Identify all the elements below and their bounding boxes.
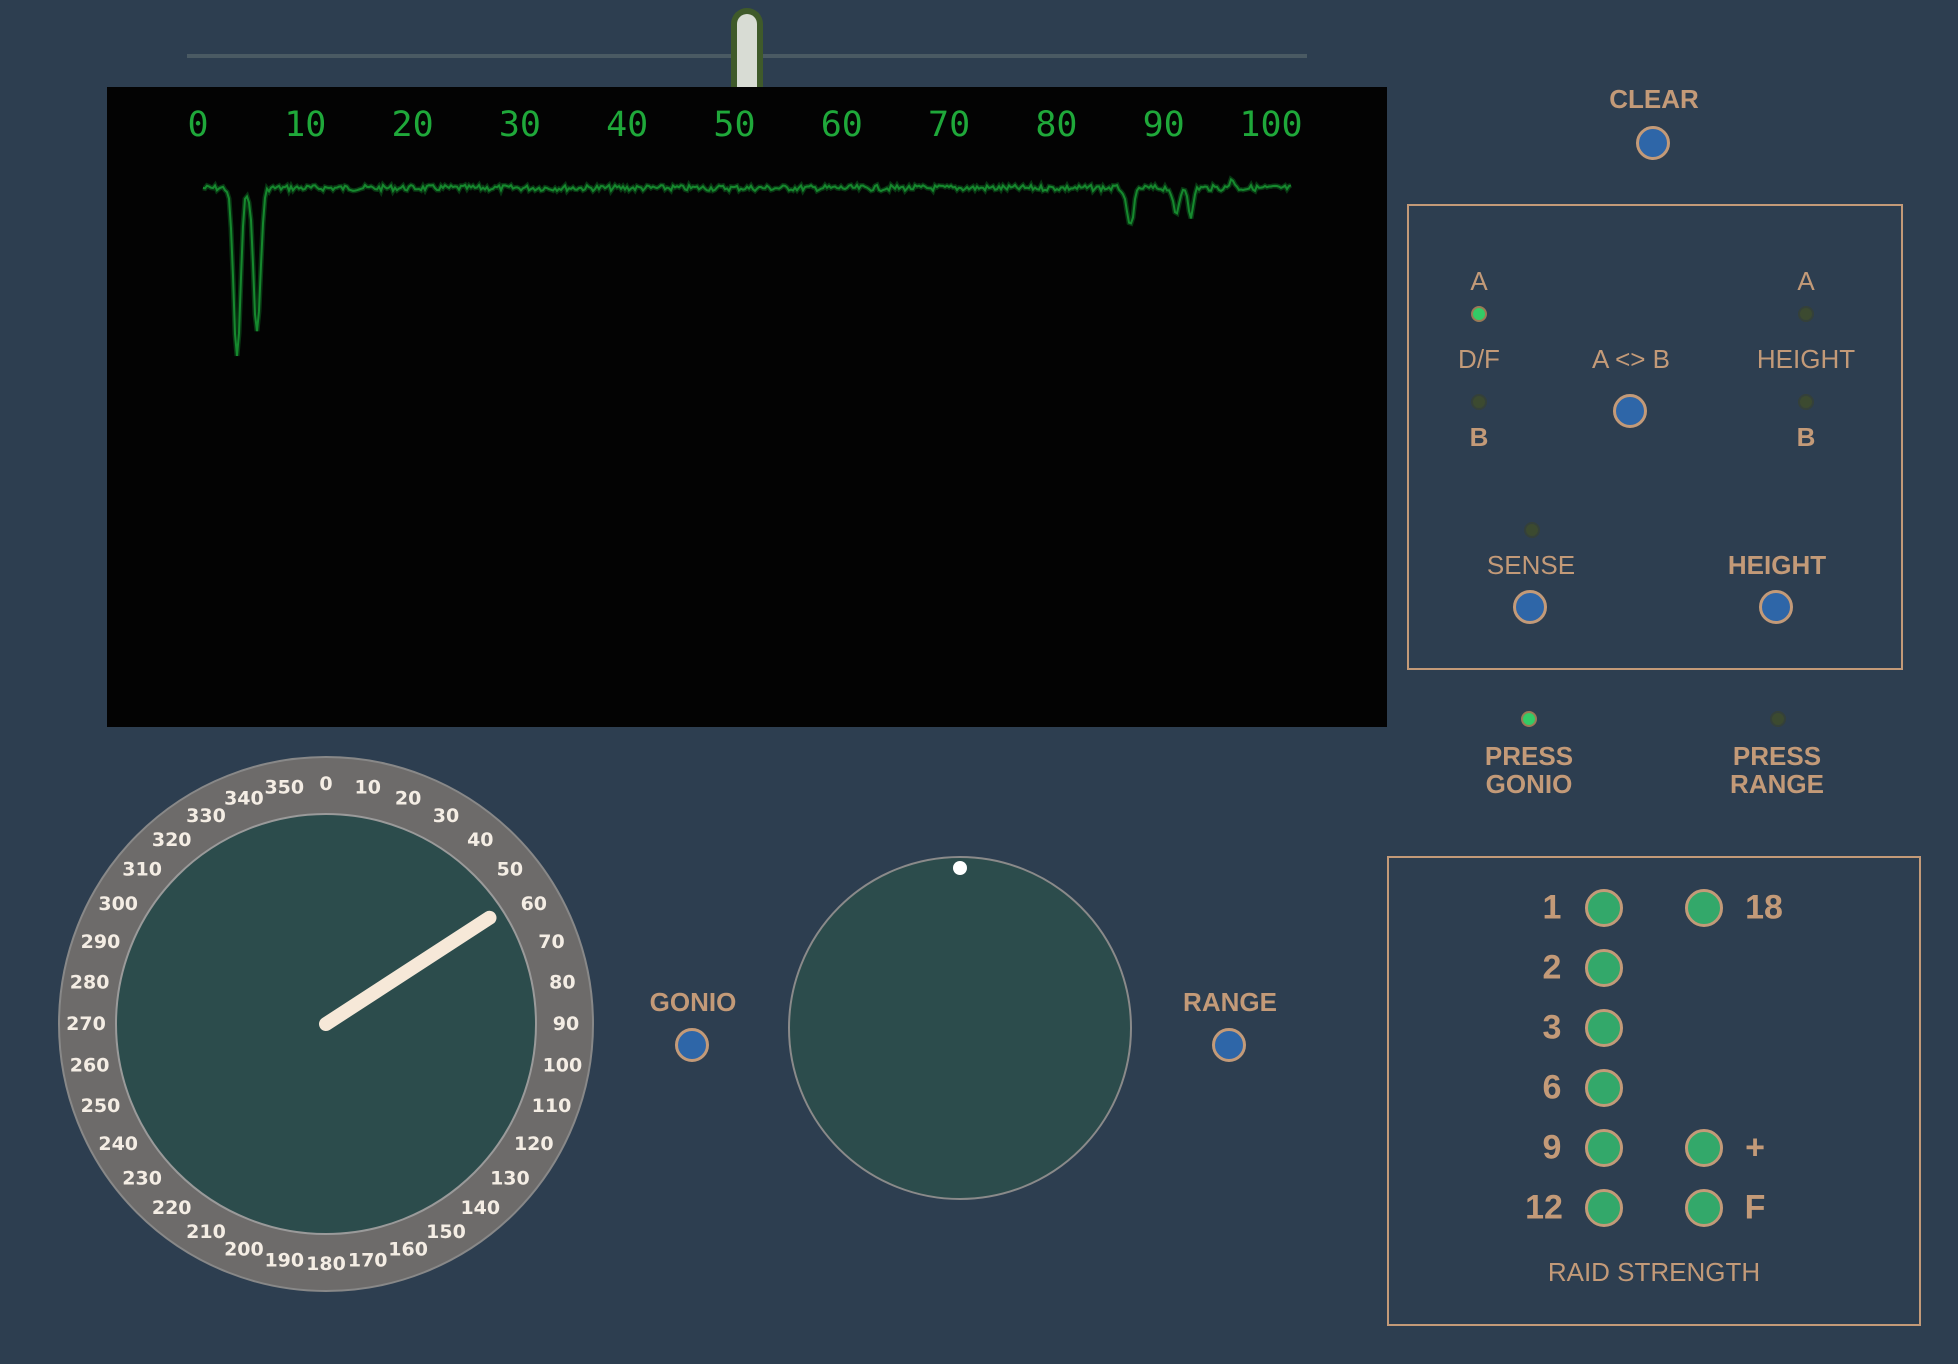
raid-label-3: 3 bbox=[1542, 1008, 1562, 1047]
gonio-degree-label: 350 bbox=[264, 777, 304, 799]
gonio-degree-label: 160 bbox=[388, 1239, 428, 1261]
height-a-indicator bbox=[1798, 306, 1814, 322]
gonio-label: GONIO bbox=[649, 987, 737, 1017]
clear-label: CLEAR bbox=[1609, 84, 1699, 114]
df-a-indicator bbox=[1471, 306, 1487, 322]
clear-button[interactable] bbox=[1636, 126, 1670, 160]
raid-label-12: 12 bbox=[1525, 1188, 1563, 1227]
raid-button-f[interactable] bbox=[1685, 1189, 1723, 1227]
raid-button-1[interactable] bbox=[1585, 889, 1623, 927]
gonio-degree-label: 120 bbox=[514, 1133, 554, 1155]
sense-button[interactable] bbox=[1513, 590, 1547, 624]
gonio-degree-label: 20 bbox=[395, 788, 421, 810]
range-knob[interactable] bbox=[786, 854, 1134, 1202]
raid-label-f: F bbox=[1744, 1188, 1766, 1227]
gonio-degree-label: 330 bbox=[186, 805, 226, 827]
gonio-degree-label: 180 bbox=[306, 1253, 346, 1275]
raid-label-1: 1 bbox=[1542, 888, 1562, 927]
raid-button-9[interactable] bbox=[1585, 1129, 1623, 1167]
gonio-degree-label: 220 bbox=[152, 1197, 192, 1219]
gonio-degree-label: 70 bbox=[538, 931, 564, 953]
gonio-degree-label: 340 bbox=[224, 788, 264, 810]
gonio-degree-label: 40 bbox=[467, 829, 493, 851]
raid-label-9: 9 bbox=[1542, 1128, 1562, 1167]
range-button[interactable] bbox=[1212, 1028, 1246, 1062]
raid-label-plus: + bbox=[1745, 1128, 1765, 1167]
gonio-degree-label: 300 bbox=[98, 893, 138, 915]
gonio-degree-label: 60 bbox=[521, 893, 547, 915]
gonio-degree-label: 200 bbox=[224, 1239, 264, 1261]
height-a-label: A bbox=[1797, 266, 1815, 296]
raid-strength-panel bbox=[1387, 856, 1921, 1326]
raid-button-18[interactable] bbox=[1685, 889, 1723, 927]
gonio-degree-label: 30 bbox=[433, 805, 459, 827]
range-scope-screen: 0 10 20 30 40 50 60 70 80 90 100 bbox=[107, 87, 1387, 727]
gonio-degree-label: 0 bbox=[319, 773, 332, 795]
raid-strength-title: RAID STRENGTH bbox=[1547, 1257, 1761, 1287]
range-knob-marker bbox=[953, 861, 967, 875]
gonio-degree-label: 290 bbox=[81, 931, 121, 953]
raid-button-2[interactable] bbox=[1585, 949, 1623, 987]
raid-button-12[interactable] bbox=[1585, 1189, 1623, 1227]
gonio-degree-label: 320 bbox=[152, 829, 192, 851]
gonio-degree-label: 240 bbox=[98, 1133, 138, 1155]
press-gonio-label: PRESS GONIO bbox=[1484, 741, 1574, 799]
df-b-label: B bbox=[1469, 422, 1489, 452]
height-b-indicator bbox=[1798, 394, 1814, 410]
gonio-degree-label: 280 bbox=[70, 971, 110, 993]
gonio-degree-label: 310 bbox=[122, 859, 162, 881]
raid-button-3[interactable] bbox=[1585, 1009, 1623, 1047]
press-range-label: PRESS RANGE bbox=[1730, 741, 1824, 799]
gonio-degree-label: 190 bbox=[264, 1249, 304, 1271]
gonio-degree-label: 150 bbox=[426, 1221, 466, 1243]
gonio-degree-label: 10 bbox=[354, 777, 380, 799]
height-label: HEIGHT bbox=[1756, 344, 1856, 374]
press-gonio-indicator bbox=[1521, 711, 1537, 727]
gonio-degree-label: 270 bbox=[66, 1013, 106, 1035]
gonio-degree-label: 80 bbox=[549, 971, 575, 993]
height-button-label: HEIGHT bbox=[1727, 550, 1827, 580]
raid-label-2: 2 bbox=[1542, 948, 1562, 987]
raid-label-6: 6 bbox=[1542, 1068, 1562, 1107]
gonio-button[interactable] bbox=[675, 1028, 709, 1062]
gonio-degree-label: 110 bbox=[532, 1095, 572, 1117]
gonio-degree-label: 100 bbox=[543, 1055, 583, 1077]
press-range-indicator bbox=[1770, 711, 1786, 727]
ab-label: A <> B bbox=[1591, 344, 1671, 374]
gonio-degree-label: 130 bbox=[490, 1167, 530, 1189]
df-a-label: A bbox=[1470, 266, 1488, 296]
df-label: D/F bbox=[1458, 344, 1500, 374]
gonio-degree-label: 90 bbox=[553, 1013, 579, 1035]
sense-label: SENSE bbox=[1486, 550, 1576, 580]
gonio-degree-label: 50 bbox=[497, 859, 523, 881]
gonio-degree-label: 250 bbox=[81, 1095, 121, 1117]
gonio-degree-label: 210 bbox=[186, 1221, 226, 1243]
ab-toggle-button[interactable] bbox=[1613, 394, 1647, 428]
raid-button-plus[interactable] bbox=[1685, 1129, 1723, 1167]
df-b-indicator bbox=[1471, 394, 1487, 410]
range-label: RANGE bbox=[1183, 987, 1277, 1017]
raid-button-6[interactable] bbox=[1585, 1069, 1623, 1107]
height-button[interactable] bbox=[1759, 590, 1793, 624]
raid-label-18: 18 bbox=[1745, 888, 1783, 927]
gonio-degree-label: 260 bbox=[70, 1055, 110, 1077]
gonio-degree-label: 170 bbox=[348, 1249, 388, 1271]
gonio-dial[interactable]: 0 10 20 30 4050 60 70 80 90 100 110 120 130 140150160… bbox=[56, 754, 596, 1294]
height-b-label: B bbox=[1796, 422, 1816, 452]
gonio-degree-label: 230 bbox=[122, 1167, 162, 1189]
gonio-degree-label: 140 bbox=[460, 1197, 500, 1219]
sense-indicator bbox=[1524, 522, 1540, 538]
scope-trace bbox=[202, 175, 1292, 357]
